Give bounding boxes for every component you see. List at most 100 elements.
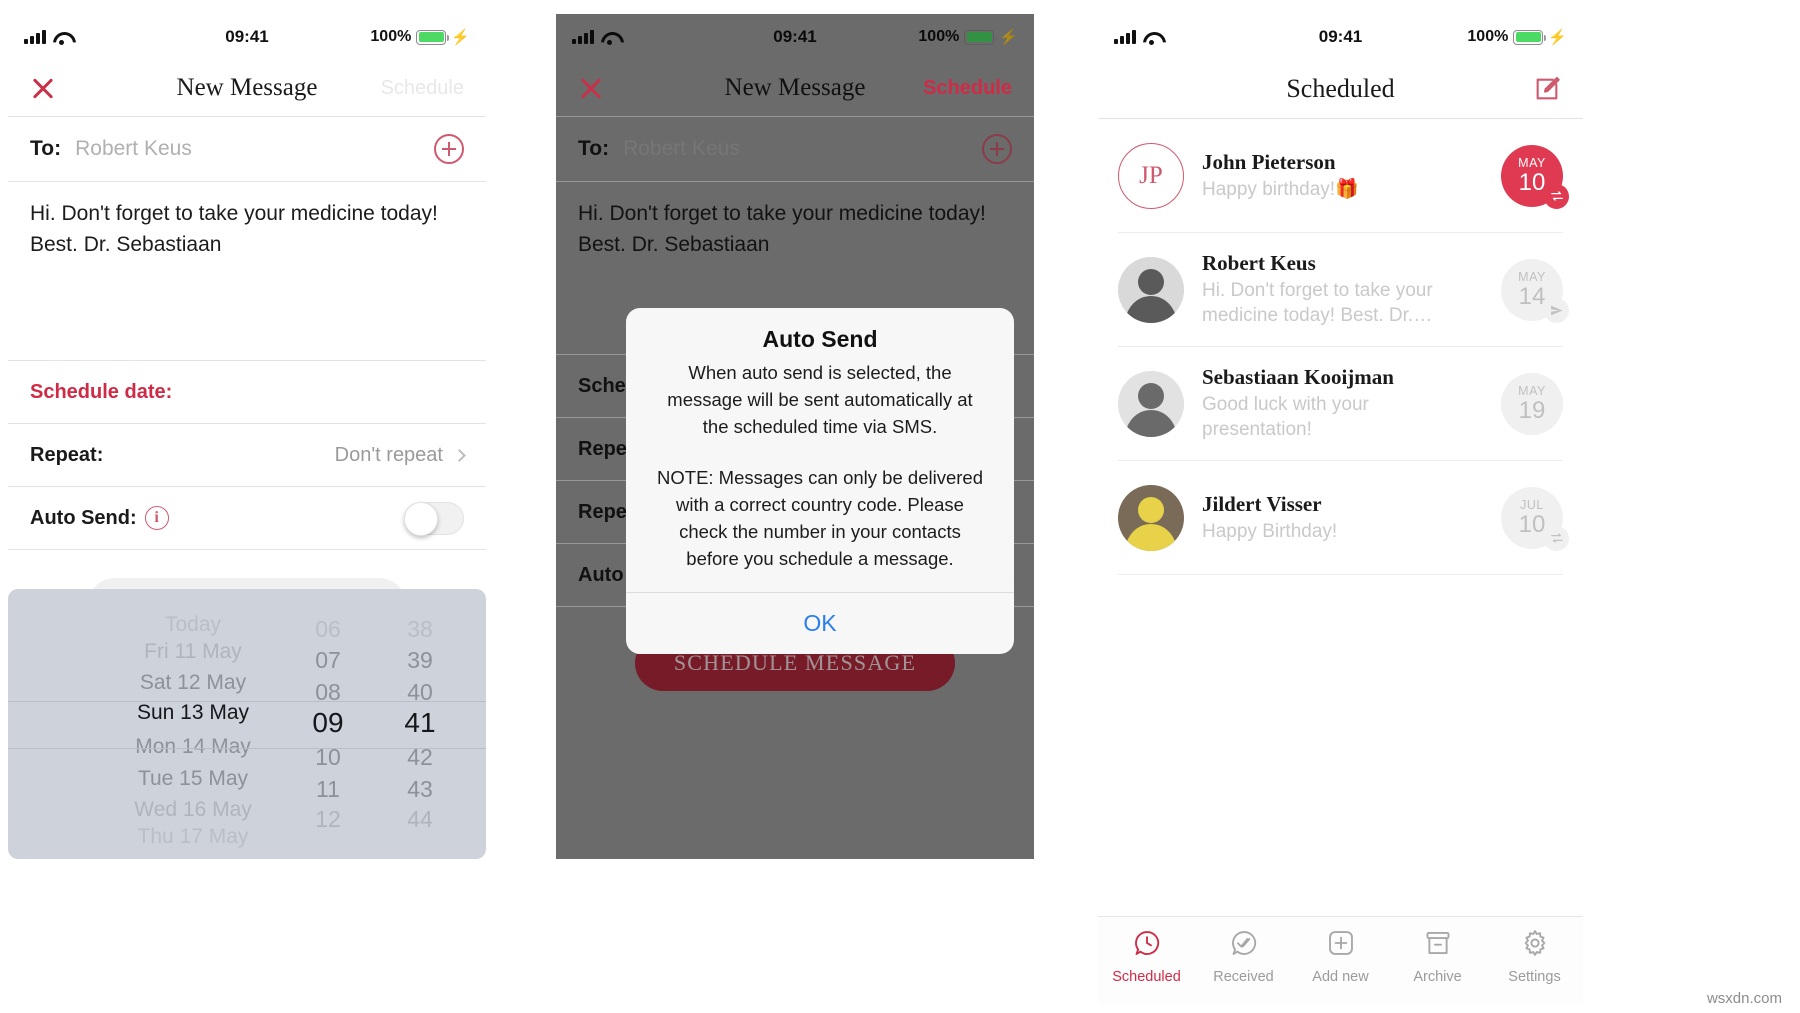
list-item-text: Robert Keus Hi. Don't forget to take your… (1202, 251, 1483, 328)
picker-option[interactable]: 38 (374, 616, 466, 643)
picker-option[interactable]: Wed 16 May (104, 798, 282, 822)
auto-send-toggle[interactable] (404, 501, 464, 536)
picker-option[interactable]: Sun 13 May (104, 701, 282, 725)
picker-option[interactable]: Mon 14 May (104, 735, 282, 759)
repeat-row[interactable]: Repeat: Don't repeat (8, 424, 486, 486)
close-icon[interactable] (578, 75, 604, 101)
tab-label: Add new (1312, 969, 1369, 985)
picker-column-hour[interactable]: 06 07 08 09 10 11 12 (282, 589, 374, 859)
date-time-picker[interactable]: Today Fri 11 May Sat 12 May Sun 13 May Mon 1… (8, 589, 486, 859)
archive-box-icon (1424, 929, 1452, 962)
picker-option[interactable]: 40 (374, 679, 466, 706)
picker-option[interactable]: 08 (282, 679, 374, 706)
chevron-right-icon (453, 448, 466, 462)
list-item[interactable]: Robert Keus Hi. Don't forget to take your… (1098, 233, 1583, 346)
date-badge: MAY 10 (1501, 144, 1569, 209)
screenshot-stage: 09:41 100% ⚡ New Message Schedule To: Ro… (0, 0, 1800, 1013)
tab-label: Scheduled (1112, 969, 1181, 985)
scheduled-navbar: Scheduled (1098, 60, 1583, 118)
tab-add-new[interactable]: Add new (1292, 929, 1389, 985)
badge-month: MAY (1518, 156, 1546, 170)
repeat-icon (1544, 525, 1569, 551)
badge-day: 10 (1518, 511, 1546, 538)
picker-option[interactable]: 11 (282, 776, 374, 803)
picker-option[interactable]: 07 (282, 647, 374, 674)
close-icon[interactable] (30, 75, 56, 101)
phone-screen-compose-dialog: 09:41 100% ⚡ New Message Schedule To: Ro… (556, 14, 1034, 859)
divider (8, 549, 486, 550)
tab-archive[interactable]: Archive (1389, 929, 1486, 985)
to-label: To: (30, 137, 62, 160)
picker-option[interactable]: 10 (282, 744, 374, 771)
badge-day: 10 (1518, 169, 1546, 196)
picker-option[interactable]: Thu 17 May (104, 825, 282, 849)
picker-option[interactable]: 44 (374, 806, 466, 833)
tab-label: Archive (1413, 969, 1462, 985)
contact-name: John Pieterson (1202, 149, 1336, 174)
message-preview: Good luck with your presentation! (1202, 394, 1369, 440)
list-item-text: Sebastiaan Kooijman Good luck with your p… (1202, 365, 1483, 442)
bottom-tab-bar: Scheduled Received Add new Archive Settings (1098, 916, 1583, 1004)
schedule-button[interactable]: Schedule (381, 77, 464, 100)
picker-option[interactable]: Fri 11 May (104, 640, 282, 664)
date-badge: MAY 19 (1501, 372, 1563, 435)
dialog-title: Auto Send (762, 326, 878, 352)
avatar (1118, 484, 1184, 551)
badge-day: 19 (1518, 397, 1546, 424)
avatar (1118, 256, 1184, 323)
compose-navbar: New Message Schedule (8, 60, 486, 116)
picker-column-day[interactable]: Today Fri 11 May Sat 12 May Sun 13 May Mon 1… (104, 589, 282, 859)
tab-settings[interactable]: Settings (1486, 929, 1583, 985)
gear-icon (1521, 929, 1549, 962)
dialog-paragraph-2: NOTE: Messages can only be delivered wit… (657, 467, 983, 569)
divider (1118, 574, 1563, 575)
compose-pencil-icon[interactable] (1533, 75, 1561, 103)
dialog-paragraph-1: When auto send is selected, the message … (667, 362, 973, 437)
plus-circle-icon[interactable] (434, 134, 464, 164)
picker-option[interactable]: 09 (282, 707, 374, 739)
phone-screen-scheduled: 09:41 100% ⚡ Scheduled JP John Pieterson H… (1098, 14, 1583, 1004)
list-item-text: John Pieterson Happy birthday!🎁 (1202, 150, 1483, 202)
recipient-input[interactable]: Robert Keus (75, 137, 192, 161)
list-item[interactable]: JP John Pieterson Happy birthday!🎁 MAY 10 (1098, 119, 1583, 232)
picker-column-minute[interactable]: 38 39 40 41 42 43 44 (374, 589, 466, 859)
list-item[interactable]: Sebastiaan Kooijman Good luck with your p… (1098, 347, 1583, 460)
picker-option[interactable]: 12 (282, 806, 374, 833)
info-icon[interactable]: i (144, 506, 169, 530)
date-badge: MAY 14 (1501, 258, 1569, 323)
recipient-row[interactable]: To: Robert Keus (8, 117, 486, 181)
auto-send-label: Auto Send: (30, 506, 137, 529)
status-bar: 09:41 100% ⚡ (8, 14, 486, 60)
dialog-ok-button[interactable]: OK (626, 593, 1014, 654)
picker-option[interactable]: Tue 15 May (104, 767, 282, 791)
badge-month: MAY (1518, 270, 1546, 284)
clock-bubble-icon (1133, 929, 1161, 962)
picker-option[interactable]: Sat 12 May (104, 671, 282, 695)
picker-option[interactable]: Today (104, 613, 282, 637)
watermark: wsxdn.com (1706, 990, 1782, 1007)
list-item-text: Jildert Visser Happy Birthday! (1202, 492, 1483, 544)
battery-icon (1513, 29, 1547, 45)
contact-name: Sebastiaan Kooijman (1202, 365, 1394, 389)
repeat-label: Repeat: (30, 443, 104, 466)
schedule-date-row[interactable]: Schedule date: (8, 361, 486, 423)
avatar: JP (1118, 142, 1184, 209)
picker-option[interactable]: 41 (374, 707, 466, 739)
dialog-body: When auto send is selected, the message … (626, 359, 1014, 592)
repeat-icon (1544, 183, 1569, 209)
tab-received[interactable]: Received (1195, 929, 1292, 985)
auto-send-row[interactable]: Auto Send: i (8, 487, 486, 549)
message-input[interactable]: Hi. Don't forget to take your medicine t… (8, 182, 486, 302)
tab-scheduled[interactable]: Scheduled (1098, 929, 1195, 985)
battery-icon (416, 29, 450, 45)
schedule-button[interactable]: Schedule (923, 77, 1012, 100)
picker-option[interactable]: 06 (282, 616, 374, 643)
message-preview: Happy birthday!🎁 (1202, 178, 1359, 200)
avatar (1118, 370, 1184, 437)
picker-option[interactable]: 42 (374, 744, 466, 771)
list-item[interactable]: Jildert Visser Happy Birthday! JUL 10 (1098, 461, 1583, 574)
picker-option[interactable]: 43 (374, 776, 466, 803)
scheduled-message-list: JP John Pieterson Happy birthday!🎁 MAY 10 Rob… (1098, 119, 1583, 575)
badge-day: 14 (1518, 283, 1546, 310)
picker-option[interactable]: 39 (374, 647, 466, 674)
